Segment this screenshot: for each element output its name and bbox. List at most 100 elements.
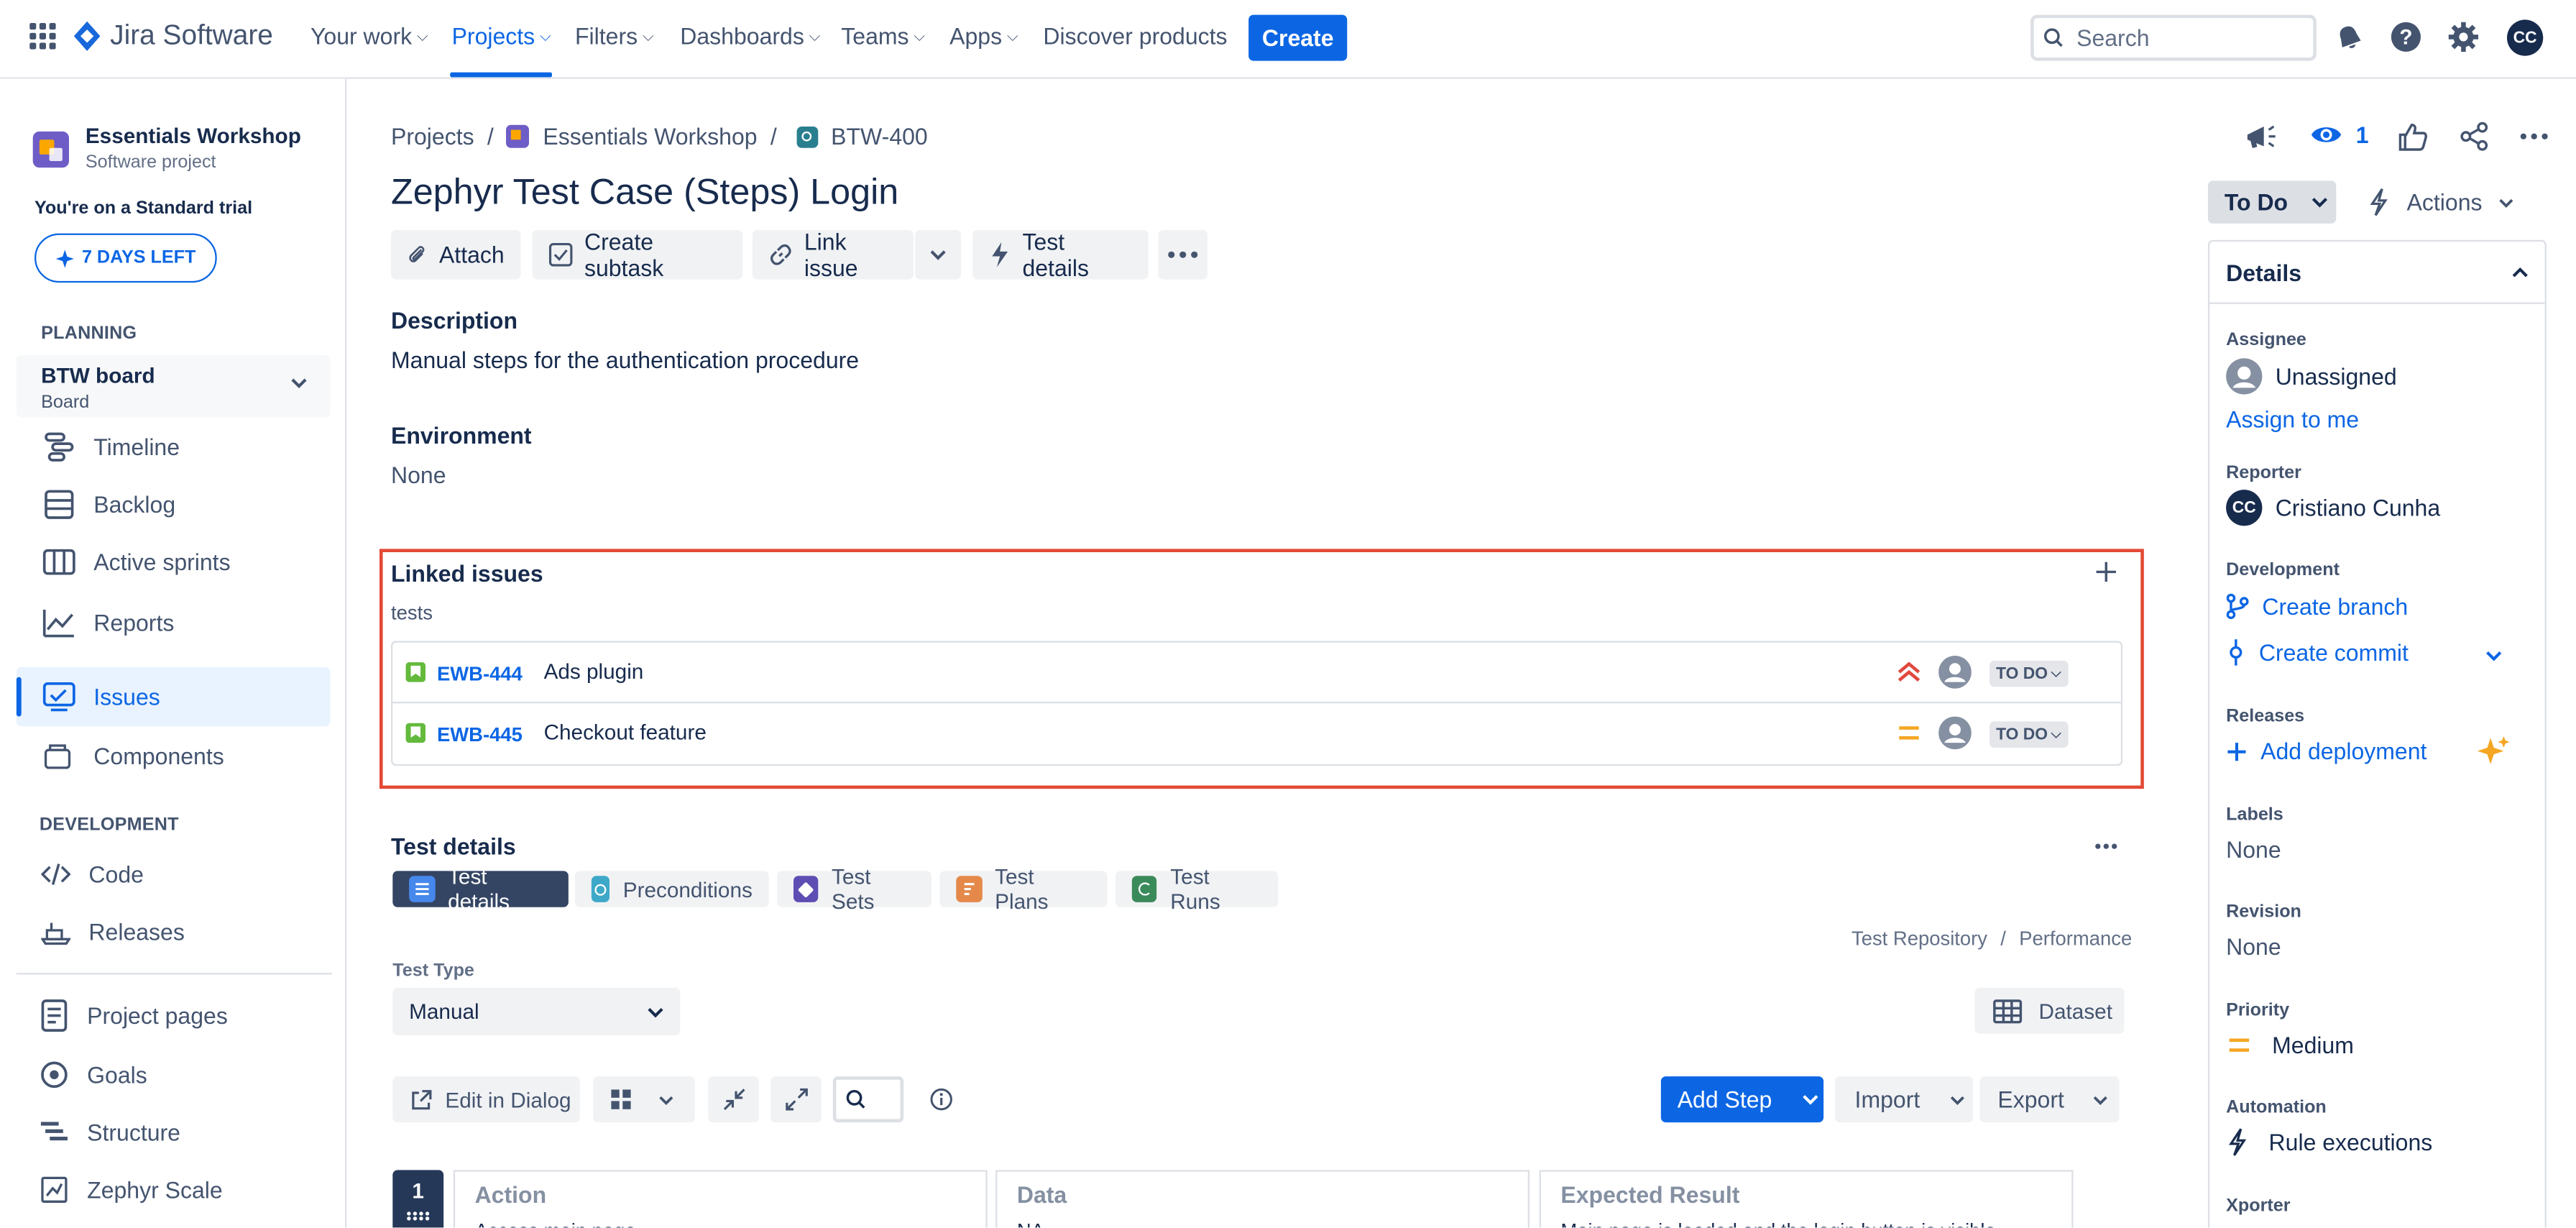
step-number-badge[interactable]: 1	[392, 1170, 444, 1228]
rule-executions-field[interactable]: Rule executions	[2226, 1127, 2432, 1157]
create-button[interactable]: Create	[1248, 14, 1348, 61]
board-selector[interactable]: BTW board Board	[16, 354, 331, 418]
actions-button[interactable]: Actions	[2368, 188, 2513, 217]
priority-high-icon	[1896, 661, 1923, 684]
performance-link[interactable]: Performance	[2019, 927, 2132, 950]
notifications-icon[interactable]	[2334, 23, 2364, 52]
sidebar-item-structure[interactable]: Structure	[40, 1117, 180, 1147]
reporter-field[interactable]: CC Cristiano Cunha	[2226, 490, 2440, 526]
tab-test-runs[interactable]: Test Runs	[1115, 864, 1279, 914]
nav-filters[interactable]: Filters ⌵	[575, 23, 654, 50]
share-icon[interactable]	[2460, 122, 2489, 151]
description-text[interactable]: Manual steps for the authentication proc…	[391, 347, 859, 373]
edit-in-dialog-button[interactable]: Edit in Dialog	[392, 1076, 580, 1123]
tab-test-details[interactable]: Test details	[392, 864, 569, 914]
link-issue-button[interactable]: Link issue	[752, 229, 914, 281]
link-issue-dropdown[interactable]	[915, 229, 962, 280]
more-actions-button[interactable]	[1158, 229, 1208, 280]
sidebar-item-code[interactable]: Code	[41, 859, 144, 889]
create-branch-link[interactable]: Create branch	[2226, 593, 2408, 620]
tab-test-plans[interactable]: Test Plans	[939, 864, 1108, 914]
breadcrumb-projects[interactable]: Projects	[391, 123, 474, 150]
step-data-text[interactable]: NA	[1017, 1219, 1528, 1227]
status-transition-button[interactable]: To Do	[2207, 180, 2337, 224]
info-icon[interactable]	[930, 1088, 953, 1111]
thumbs-up-icon[interactable]	[2398, 122, 2428, 151]
sidebar-item-active-sprints[interactable]: Active sprints	[42, 546, 231, 579]
watchers-button[interactable]: 1	[2310, 122, 2369, 148]
add-deployment-link[interactable]: Add deployment	[2226, 738, 2426, 764]
watch-count: 1	[2355, 122, 2369, 148]
linked-issue-summary[interactable]: Ads plugin	[544, 659, 644, 684]
chevron-down-icon[interactable]	[2485, 648, 2502, 664]
linked-issue-key[interactable]: EWB-444	[437, 662, 523, 685]
nav-discover-products[interactable]: Discover products	[1043, 23, 1227, 50]
sidebar-item-releases[interactable]: Releases	[41, 917, 185, 946]
sidebar-item-components[interactable]: Components	[42, 741, 224, 771]
trial-days-button[interactable]: 7 DAYS LEFT	[34, 233, 217, 283]
add-linked-issue-icon[interactable]	[2094, 560, 2117, 583]
drag-handle-icon	[405, 1211, 431, 1222]
breadcrumb-project[interactable]: Essentials Workshop	[543, 123, 757, 150]
ai-sparkle-icon[interactable]	[2477, 735, 2511, 768]
assign-to-me-link[interactable]: Assign to me	[2226, 406, 2359, 433]
sidebar-item-timeline[interactable]: Timeline	[42, 431, 180, 464]
nav-teams[interactable]: Teams ⌵	[841, 23, 925, 50]
step-action-text[interactable]: Access main page	[475, 1219, 986, 1227]
search-input[interactable]: Search	[2030, 14, 2317, 61]
test-details-button[interactable]: Test details	[972, 229, 1149, 281]
linked-issue-key[interactable]: EWB-445	[437, 723, 523, 746]
dataset-button[interactable]: Dataset	[1974, 987, 2125, 1034]
step-expected-text[interactable]: Main page is loaded and the login button…	[1560, 1219, 2071, 1227]
create-commit-link[interactable]: Create commit	[2226, 639, 2409, 666]
sidebar-item-issues[interactable]: Issues	[42, 680, 160, 713]
collapse-button[interactable]	[708, 1076, 759, 1123]
sidebar-item-backlog[interactable]: Backlog	[42, 488, 175, 521]
steps-search-input[interactable]	[832, 1076, 904, 1123]
priority-field[interactable]: Medium	[2226, 1032, 2354, 1058]
chevron-down-icon	[2094, 1095, 2108, 1104]
environment-value[interactable]: None	[391, 462, 446, 488]
issue-title[interactable]: Zephyr Test Case (Steps) Login	[391, 171, 898, 214]
import-button[interactable]: Import	[1835, 1076, 1974, 1123]
add-step-button[interactable]: Add Step	[1660, 1076, 1824, 1123]
sidebar-item-reports[interactable]: Reports	[42, 606, 174, 639]
nav-projects[interactable]: Projects ⌵	[452, 23, 551, 50]
sidebar-item-goals[interactable]: Goals	[40, 1060, 147, 1089]
create-subtask-button[interactable]: Create subtask	[532, 229, 743, 281]
more-horizontal-icon[interactable]	[2520, 133, 2548, 139]
layout-selector[interactable]	[593, 1076, 695, 1123]
sidebar-item-project-pages[interactable]: Project pages	[40, 999, 228, 1032]
expand-button[interactable]	[770, 1076, 822, 1123]
status-dropdown[interactable]: TO DO ⌵	[1989, 660, 2068, 687]
test-repository-link[interactable]: Test Repository	[1852, 927, 1987, 950]
sidebar-divider	[16, 973, 332, 975]
more-horizontal-icon[interactable]	[2094, 843, 2117, 850]
help-icon[interactable]: ?	[2391, 22, 2421, 52]
unassigned-avatar-icon	[2226, 358, 2263, 395]
jira-logo[interactable]: Jira Software	[73, 19, 273, 52]
linked-issue-summary[interactable]: Checkout feature	[544, 720, 707, 744]
linked-issue-row[interactable]: EWB-444 Ads plugin TO DO ⌵	[392, 643, 2121, 704]
labels-value[interactable]: None	[2226, 836, 2281, 863]
project-name[interactable]: Essentials Workshop	[86, 123, 301, 147]
feedback-megaphone-icon[interactable]	[2244, 122, 2277, 151]
status-dropdown[interactable]: TO DO ⌵	[1989, 721, 2068, 748]
nav-your-work[interactable]: Your work ⌵	[310, 23, 428, 50]
revision-value[interactable]: None	[2226, 933, 2281, 960]
nav-dashboards[interactable]: Dashboards ⌵	[680, 23, 820, 50]
settings-gear-icon[interactable]	[2448, 22, 2479, 52]
app-switcher-icon[interactable]	[29, 22, 56, 50]
nav-apps[interactable]: Apps ⌵	[949, 23, 1018, 50]
details-header[interactable]: Details	[2209, 242, 2545, 304]
assignee-field[interactable]: Unassigned	[2226, 358, 2397, 395]
tab-preconditions[interactable]: Preconditions	[574, 871, 769, 907]
test-type-select[interactable]: Manual	[392, 987, 681, 1035]
export-button[interactable]: Export	[1979, 1076, 2120, 1123]
attach-button[interactable]: Attach	[390, 229, 521, 280]
user-avatar[interactable]: CC	[2506, 19, 2544, 56]
tab-test-sets[interactable]: Test Sets	[777, 864, 932, 914]
breadcrumb-issue-key[interactable]: BTW-400	[831, 123, 928, 150]
sidebar-item-zephyr-scale[interactable]: Zephyr Scale	[40, 1175, 223, 1204]
linked-issue-row[interactable]: EWB-445 Checkout feature TO DO ⌵	[392, 703, 2121, 764]
